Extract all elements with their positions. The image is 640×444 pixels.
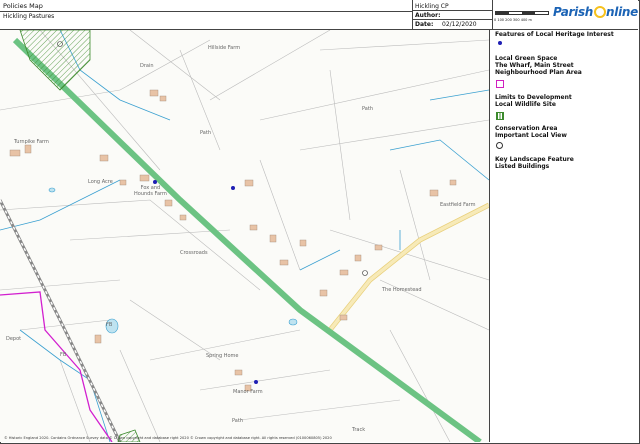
label-track: Track (352, 427, 366, 433)
label-eastfield-farm: Eastfield Farm (440, 202, 476, 208)
local-wildlife-site (19, 30, 141, 442)
legend-panel: Features of Local Heritage Interest Loca… (490, 30, 638, 442)
parish-name: Hickling CP (415, 3, 449, 10)
legend-landscape-label: Key Landscape Feature Listed Buildings (495, 156, 574, 171)
heritage-dot-icon (498, 41, 502, 45)
label-the-homestead: The Homestead (382, 287, 422, 293)
copyright-notice: © Historic England 2020. Contains Ordnan… (4, 436, 332, 440)
label-fox-hounds-farm: Fox and Hounds Farm (134, 185, 167, 197)
green-space-square-icon (496, 80, 504, 88)
label-depot: Depot (6, 336, 22, 342)
scale-text: 0 100 200 300 400 m (494, 18, 532, 22)
ponds (48, 187, 298, 334)
legend-limits-label: Limits to Development Local Wildlife Sit… (495, 94, 572, 109)
green-a-road (12, 37, 482, 442)
wildlife-hatch-icon (496, 112, 504, 120)
date-label: Date: (415, 21, 434, 28)
map-svg (0, 30, 489, 442)
label-fb-2: FB (60, 352, 67, 358)
field-boundaries (0, 30, 489, 442)
map-title: Policies Map (3, 2, 43, 10)
parish-online-logo: Parish nline (553, 5, 638, 19)
label-crossroads: Crossroads (180, 250, 208, 256)
date-value: 02/12/2020 (442, 21, 477, 28)
title-block: Policies Map Hickling Pastures Hickling … (0, 0, 638, 30)
label-path-1: Path (362, 106, 373, 112)
author-label: Author: (415, 12, 441, 19)
legend-heritage-label: Features of Local Heritage Interest (495, 31, 614, 38)
legend-green-space-label: Local Green Space The Wharf, Main Street… (495, 55, 582, 77)
map-subtitle: Hickling Pastures (3, 13, 55, 20)
label-hillside-farm: Hillside Farm (208, 45, 241, 51)
label-drain: Drain (140, 63, 154, 69)
main-street-road (328, 202, 489, 332)
label-spring-home: Spring Home (206, 353, 239, 359)
label-path-3: Path (232, 418, 243, 424)
legend-conservation-label: Conservation Area Important Local View (495, 125, 567, 140)
label-fb-1: FB (106, 322, 113, 328)
map-canvas[interactable]: Hillside Farm Turnpike Farm Long Acre Fo… (0, 30, 490, 442)
streams (0, 30, 489, 442)
scale-bar (495, 11, 549, 15)
label-turnpike-farm: Turnpike Farm (14, 139, 49, 145)
label-manor-farm: Manor Farm (233, 389, 263, 395)
label-path-2: Path (200, 130, 211, 136)
label-long-acre: Long Acre (88, 179, 113, 185)
view-circle-icon (496, 142, 503, 149)
buildings (9, 89, 457, 392)
